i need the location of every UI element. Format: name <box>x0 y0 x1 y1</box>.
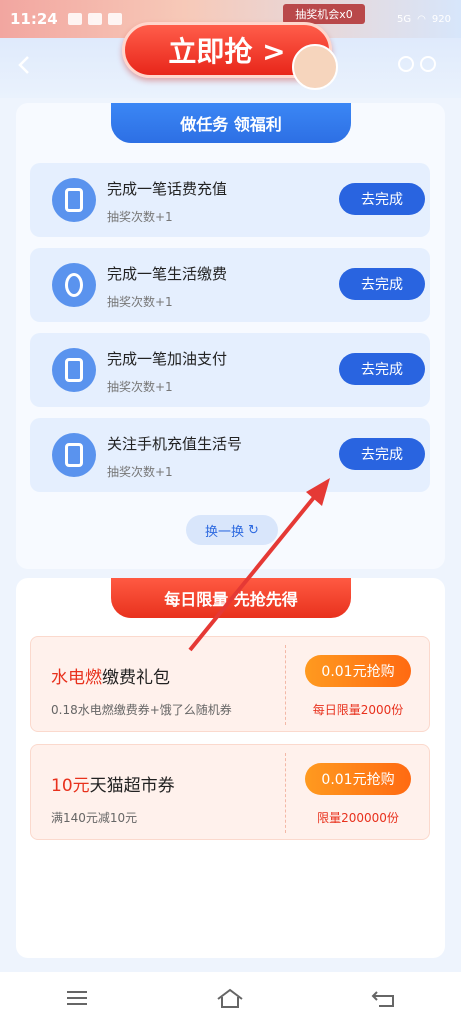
chance-counter: 抽奖机会x0 <box>283 4 365 24</box>
offer-limit: 每日限量2000份 <box>312 703 404 717</box>
back-nav-icon[interactable] <box>369 987 399 1009</box>
message-icon <box>67 13 82 25</box>
task-complete-button[interactable]: 去完成 <box>339 183 425 215</box>
phone-recharge-icon <box>52 178 96 222</box>
task-sub: 抽奖次数+1 <box>107 295 173 309</box>
offer-title-rest: 缴费礼包 <box>102 668 170 688</box>
task-complete-button[interactable]: 去完成 <box>339 268 425 300</box>
offer-divider <box>285 753 286 833</box>
share-icon[interactable] <box>398 56 414 72</box>
task-item: 完成一笔加油支付 抽奖次数+1 去完成 <box>30 333 430 407</box>
offer-title-rest: 天猫超市券 <box>89 776 175 796</box>
buy-button[interactable]: 0.01元抢购 <box>305 763 411 795</box>
header-actions <box>398 56 438 76</box>
phone-follow-icon <box>52 433 96 477</box>
more-icon[interactable] <box>420 56 436 72</box>
system-nav-bar <box>0 972 461 1024</box>
task-title: 完成一笔生活缴费 <box>107 265 228 283</box>
task-title: 关注手机充值生活号 <box>107 435 243 453</box>
task-complete-button[interactable]: 去完成 <box>339 438 425 470</box>
offer-item: 10元天猫超市券 满140元减10元 0.01元抢购 限量200000份 <box>30 744 430 840</box>
back-icon[interactable] <box>14 54 36 76</box>
annotation-arrow <box>188 478 330 652</box>
alipay-icon <box>107 13 122 25</box>
offer-title-highlight: 10元 <box>51 776 90 796</box>
network-label: 5G <box>397 13 412 25</box>
app-icon <box>87 13 102 25</box>
status-right: 5G ◠ 920 <box>397 14 451 25</box>
tasks-banner: 做任务 领福利 <box>111 103 351 143</box>
status-time: 11:24 <box>10 10 58 28</box>
wifi-icon: ◠ <box>417 13 426 25</box>
offer-title: 水电燃缴费礼包 <box>51 663 170 688</box>
offer-limit: 限量200000份 <box>317 811 399 825</box>
task-item: 完成一笔话费充值 抽奖次数+1 去完成 <box>30 163 430 237</box>
offer-title-highlight: 水电燃 <box>51 668 102 688</box>
task-complete-button[interactable]: 去完成 <box>339 353 425 385</box>
task-sub: 抽奖次数+1 <box>107 380 173 394</box>
utility-drop-icon <box>52 263 96 307</box>
task-title: 完成一笔加油支付 <box>107 350 228 368</box>
menu-icon[interactable] <box>62 987 92 1009</box>
offer-desc: 0.18水电燃缴费券+饿了么随机券 <box>51 703 232 717</box>
notification-icons <box>67 13 122 25</box>
fuel-pump-icon <box>52 348 96 392</box>
battery-label: 920 <box>431 13 451 25</box>
task-title: 完成一笔话费充值 <box>107 180 228 198</box>
task-sub: 抽奖次数+1 <box>107 465 173 479</box>
offer-desc: 满140元减10元 <box>51 811 138 825</box>
task-sub: 抽奖次数+1 <box>107 210 173 224</box>
task-item: 完成一笔生活缴费 抽奖次数+1 去完成 <box>30 248 430 322</box>
home-icon[interactable] <box>215 987 245 1009</box>
pointing-hand-icon <box>292 44 338 90</box>
offer-title: 10元天猫超市券 <box>51 771 175 796</box>
